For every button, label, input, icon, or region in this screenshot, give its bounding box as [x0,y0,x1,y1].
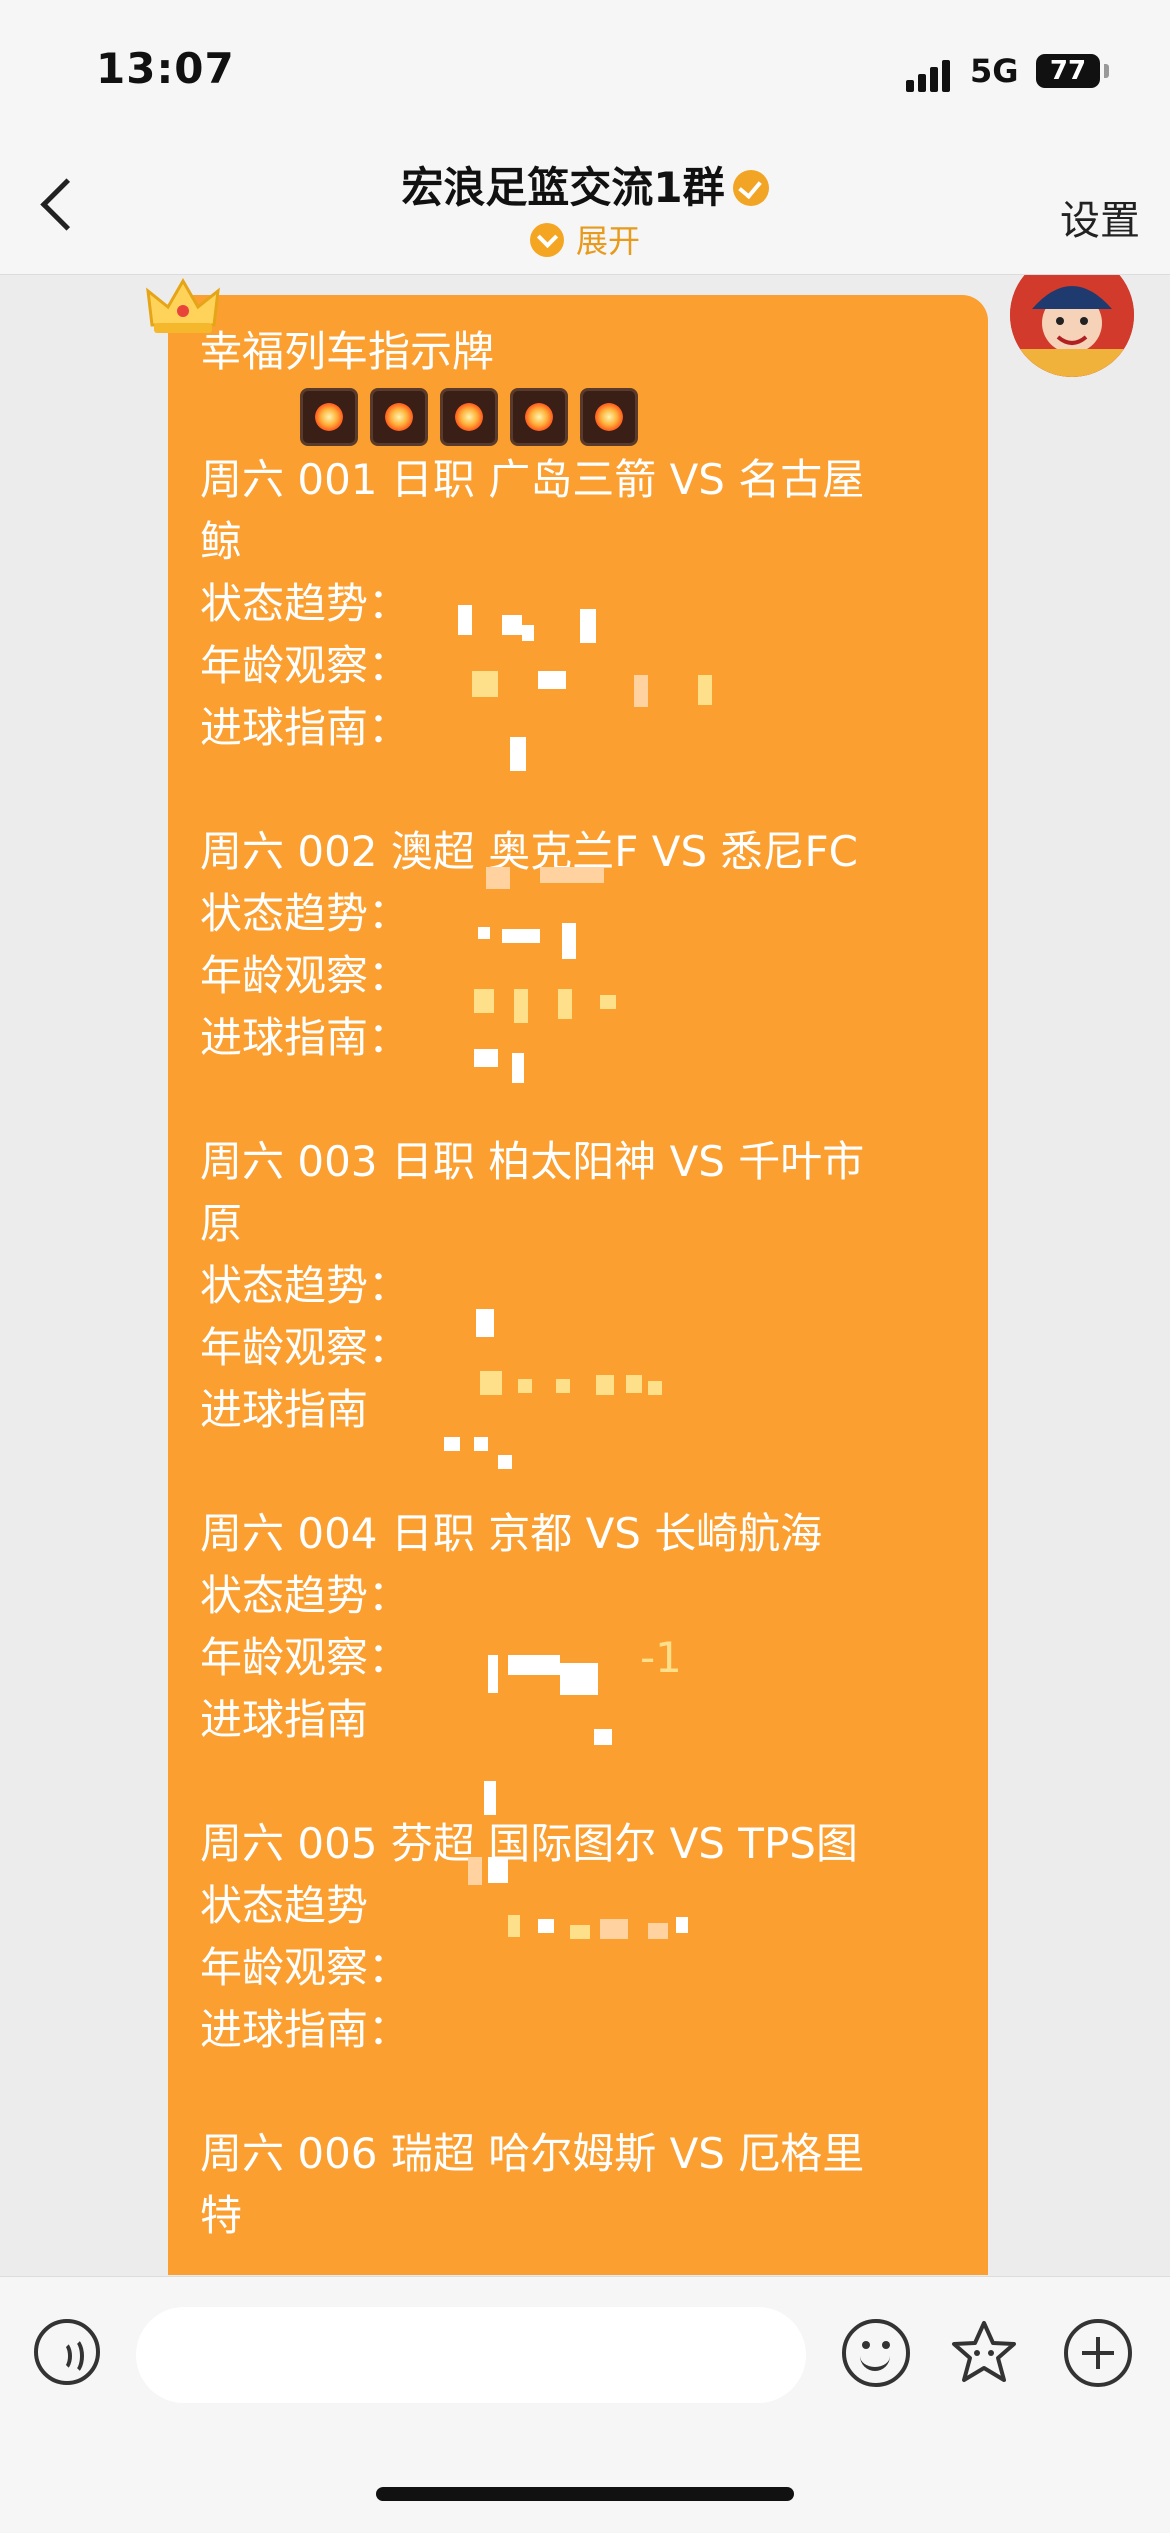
chat-area[interactable]: 幸福列车指示牌 周六 001 日职 广岛三箭 VS 名古屋 鲸 状态趋势： 年龄… [0,275,1170,2275]
fireworks-icon [510,387,568,446]
message-line: 周六 001 日职 广岛三箭 VS 名古屋 [200,455,865,504]
visible-fragment: -1 [640,1633,682,1682]
emoji-icon [862,2341,870,2349]
message-line: 状态趋势： [200,1261,411,1310]
verified-badge-icon [732,170,769,206]
battery-tip [1104,64,1109,78]
sender-name-strip [600,275,980,279]
network-type: 5G [970,52,1019,90]
message-line [200,1441,960,1503]
message-bubble[interactable]: 幸福列车指示牌 周六 001 日职 广岛三箭 VS 名古屋 鲸 状态趋势： 年龄… [168,295,988,2275]
sticker-button[interactable] [948,2317,1020,2389]
group-name: 宏浪足篮交流1群 [401,163,725,212]
expand-button[interactable]: 展开 [0,216,1170,262]
battery-icon: 77 [1036,54,1100,88]
settings-button[interactable]: 设置 [1060,188,1140,246]
fireworks-emoji-row [200,383,960,449]
message-line: 年龄观察： [200,641,411,690]
status-bar: 13:07 5G 77 [0,0,1170,140]
message-line: 进球指南： [200,703,411,752]
message-input[interactable] [136,2307,806,2403]
message-line: 周六 006 瑞超 哈尔姆斯 VS 厄格里 [200,2129,865,2178]
message-line: 进球指南 [200,1385,369,1434]
message-line: 周六 005 芬超 国际图尔 VS TPS图 [200,1819,858,1868]
signal-icon [906,58,950,92]
emoji-button[interactable] [842,2319,910,2387]
message-line: 进球指南： [200,2005,411,2054]
message-line: 进球指南： [200,1013,411,1062]
plus-button[interactable] [1064,2319,1132,2387]
avatar[interactable] [1010,275,1134,377]
message-line: 状态趋势： [200,889,411,938]
fireworks-icon [300,387,358,446]
message-line: 状态趋势： [200,1571,411,1620]
message-title: 幸福列车指示牌 [200,327,495,376]
group-title[interactable]: 宏浪足篮交流1群 [0,154,1170,215]
home-indicator [376,2487,794,2501]
fireworks-icon [440,387,498,446]
voice-button[interactable] [34,2319,100,2385]
message-line: 进球指南 [200,1695,369,1744]
message-line: 周六 003 日职 柏太阳神 VS 千叶市 [200,1137,865,1186]
message-line [200,2061,960,2123]
nav-bar: 宏浪足篮交流1群 展开 设置 [0,140,1170,275]
crown-icon [146,277,220,333]
message-line: 年龄观察： [200,1943,411,1992]
message-line: 特 [200,2191,243,2240]
avatar-image [1010,275,1134,377]
message-line: 周六 004 日职 京都 VS 长崎航海 [200,1509,823,1558]
message-line [200,1069,960,1131]
input-bar [0,2276,1170,2533]
message-line [200,759,960,821]
status-time: 13:07 [96,44,235,93]
message-line [200,1751,960,1813]
message-line: 年龄观察： [200,951,411,1000]
chevron-down-icon [529,223,564,257]
sticker-icon [952,2321,1016,2382]
message-line: 原 [200,1199,243,1248]
fireworks-icon [580,387,638,446]
line-label: 年龄观察： [200,1633,411,1682]
voice-wave-icon [62,2337,84,2375]
expand-label: 展开 [575,222,640,260]
fireworks-icon [370,387,428,446]
message-line: 鲸 [200,517,243,566]
message-line: 年龄观察： [200,1323,411,1372]
